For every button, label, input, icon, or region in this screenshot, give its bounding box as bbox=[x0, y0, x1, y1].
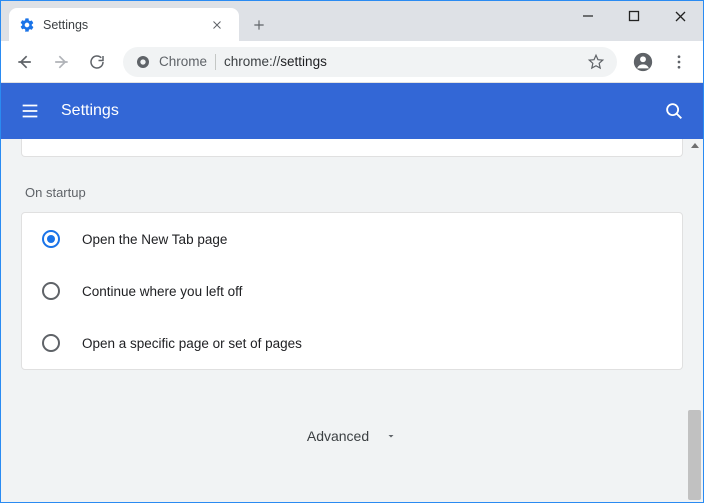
startup-card: Open the New Tab page Continue where you… bbox=[21, 212, 683, 370]
tab-settings[interactable]: Settings bbox=[9, 8, 239, 41]
chevron-down-icon bbox=[385, 430, 397, 442]
address-bar[interactable]: Chrome chrome://settings bbox=[123, 47, 617, 77]
titlebar: Settings bbox=[1, 1, 703, 41]
browser-window: Settings Chrome bbox=[0, 0, 704, 503]
advanced-label: Advanced bbox=[307, 428, 369, 444]
chrome-info-icon bbox=[135, 54, 151, 70]
tab-title: Settings bbox=[43, 18, 203, 32]
star-icon[interactable] bbox=[587, 53, 605, 71]
radio-icon[interactable] bbox=[42, 334, 60, 352]
toolbar: Chrome chrome://settings bbox=[1, 41, 703, 83]
settings-gear-icon bbox=[19, 17, 35, 33]
previous-card-fragment bbox=[21, 139, 683, 157]
scroll-up-icon[interactable] bbox=[691, 143, 699, 148]
menu-hamburger-icon[interactable] bbox=[19, 100, 41, 122]
close-tab-icon[interactable] bbox=[211, 19, 229, 31]
content-area: On startup Open the New Tab page Continu… bbox=[1, 139, 703, 502]
reload-button[interactable] bbox=[81, 46, 113, 78]
close-window-button[interactable] bbox=[657, 1, 703, 31]
back-button[interactable] bbox=[9, 46, 41, 78]
startup-option-newtab[interactable]: Open the New Tab page bbox=[22, 213, 682, 265]
radio-selected-icon[interactable] bbox=[42, 230, 60, 248]
search-icon[interactable] bbox=[663, 100, 685, 122]
omnibox-url: chrome://settings bbox=[224, 54, 579, 69]
maximize-button[interactable] bbox=[611, 1, 657, 31]
menu-kebab-icon[interactable] bbox=[663, 46, 695, 78]
startup-option-continue[interactable]: Continue where you left off bbox=[22, 265, 682, 317]
option-label: Continue where you left off bbox=[82, 284, 242, 299]
forward-button[interactable] bbox=[45, 46, 77, 78]
appbar-title: Settings bbox=[61, 102, 643, 120]
omnibox-divider bbox=[215, 54, 216, 70]
minimize-button[interactable] bbox=[565, 1, 611, 31]
option-label: Open the New Tab page bbox=[82, 232, 227, 247]
section-title-startup: On startup bbox=[25, 185, 679, 200]
window-controls bbox=[565, 1, 703, 31]
settings-appbar: Settings bbox=[1, 83, 703, 139]
scrollbar-thumb[interactable] bbox=[688, 410, 701, 500]
new-tab-button[interactable] bbox=[245, 11, 273, 39]
content-scroll[interactable]: On startup Open the New Tab page Continu… bbox=[1, 139, 703, 502]
option-label: Open a specific page or set of pages bbox=[82, 336, 302, 351]
advanced-toggle[interactable]: Advanced bbox=[21, 428, 683, 444]
profile-icon[interactable] bbox=[627, 46, 659, 78]
startup-option-specific[interactable]: Open a specific page or set of pages bbox=[22, 317, 682, 369]
radio-icon[interactable] bbox=[42, 282, 60, 300]
omnibox-chip: Chrome bbox=[159, 54, 207, 69]
